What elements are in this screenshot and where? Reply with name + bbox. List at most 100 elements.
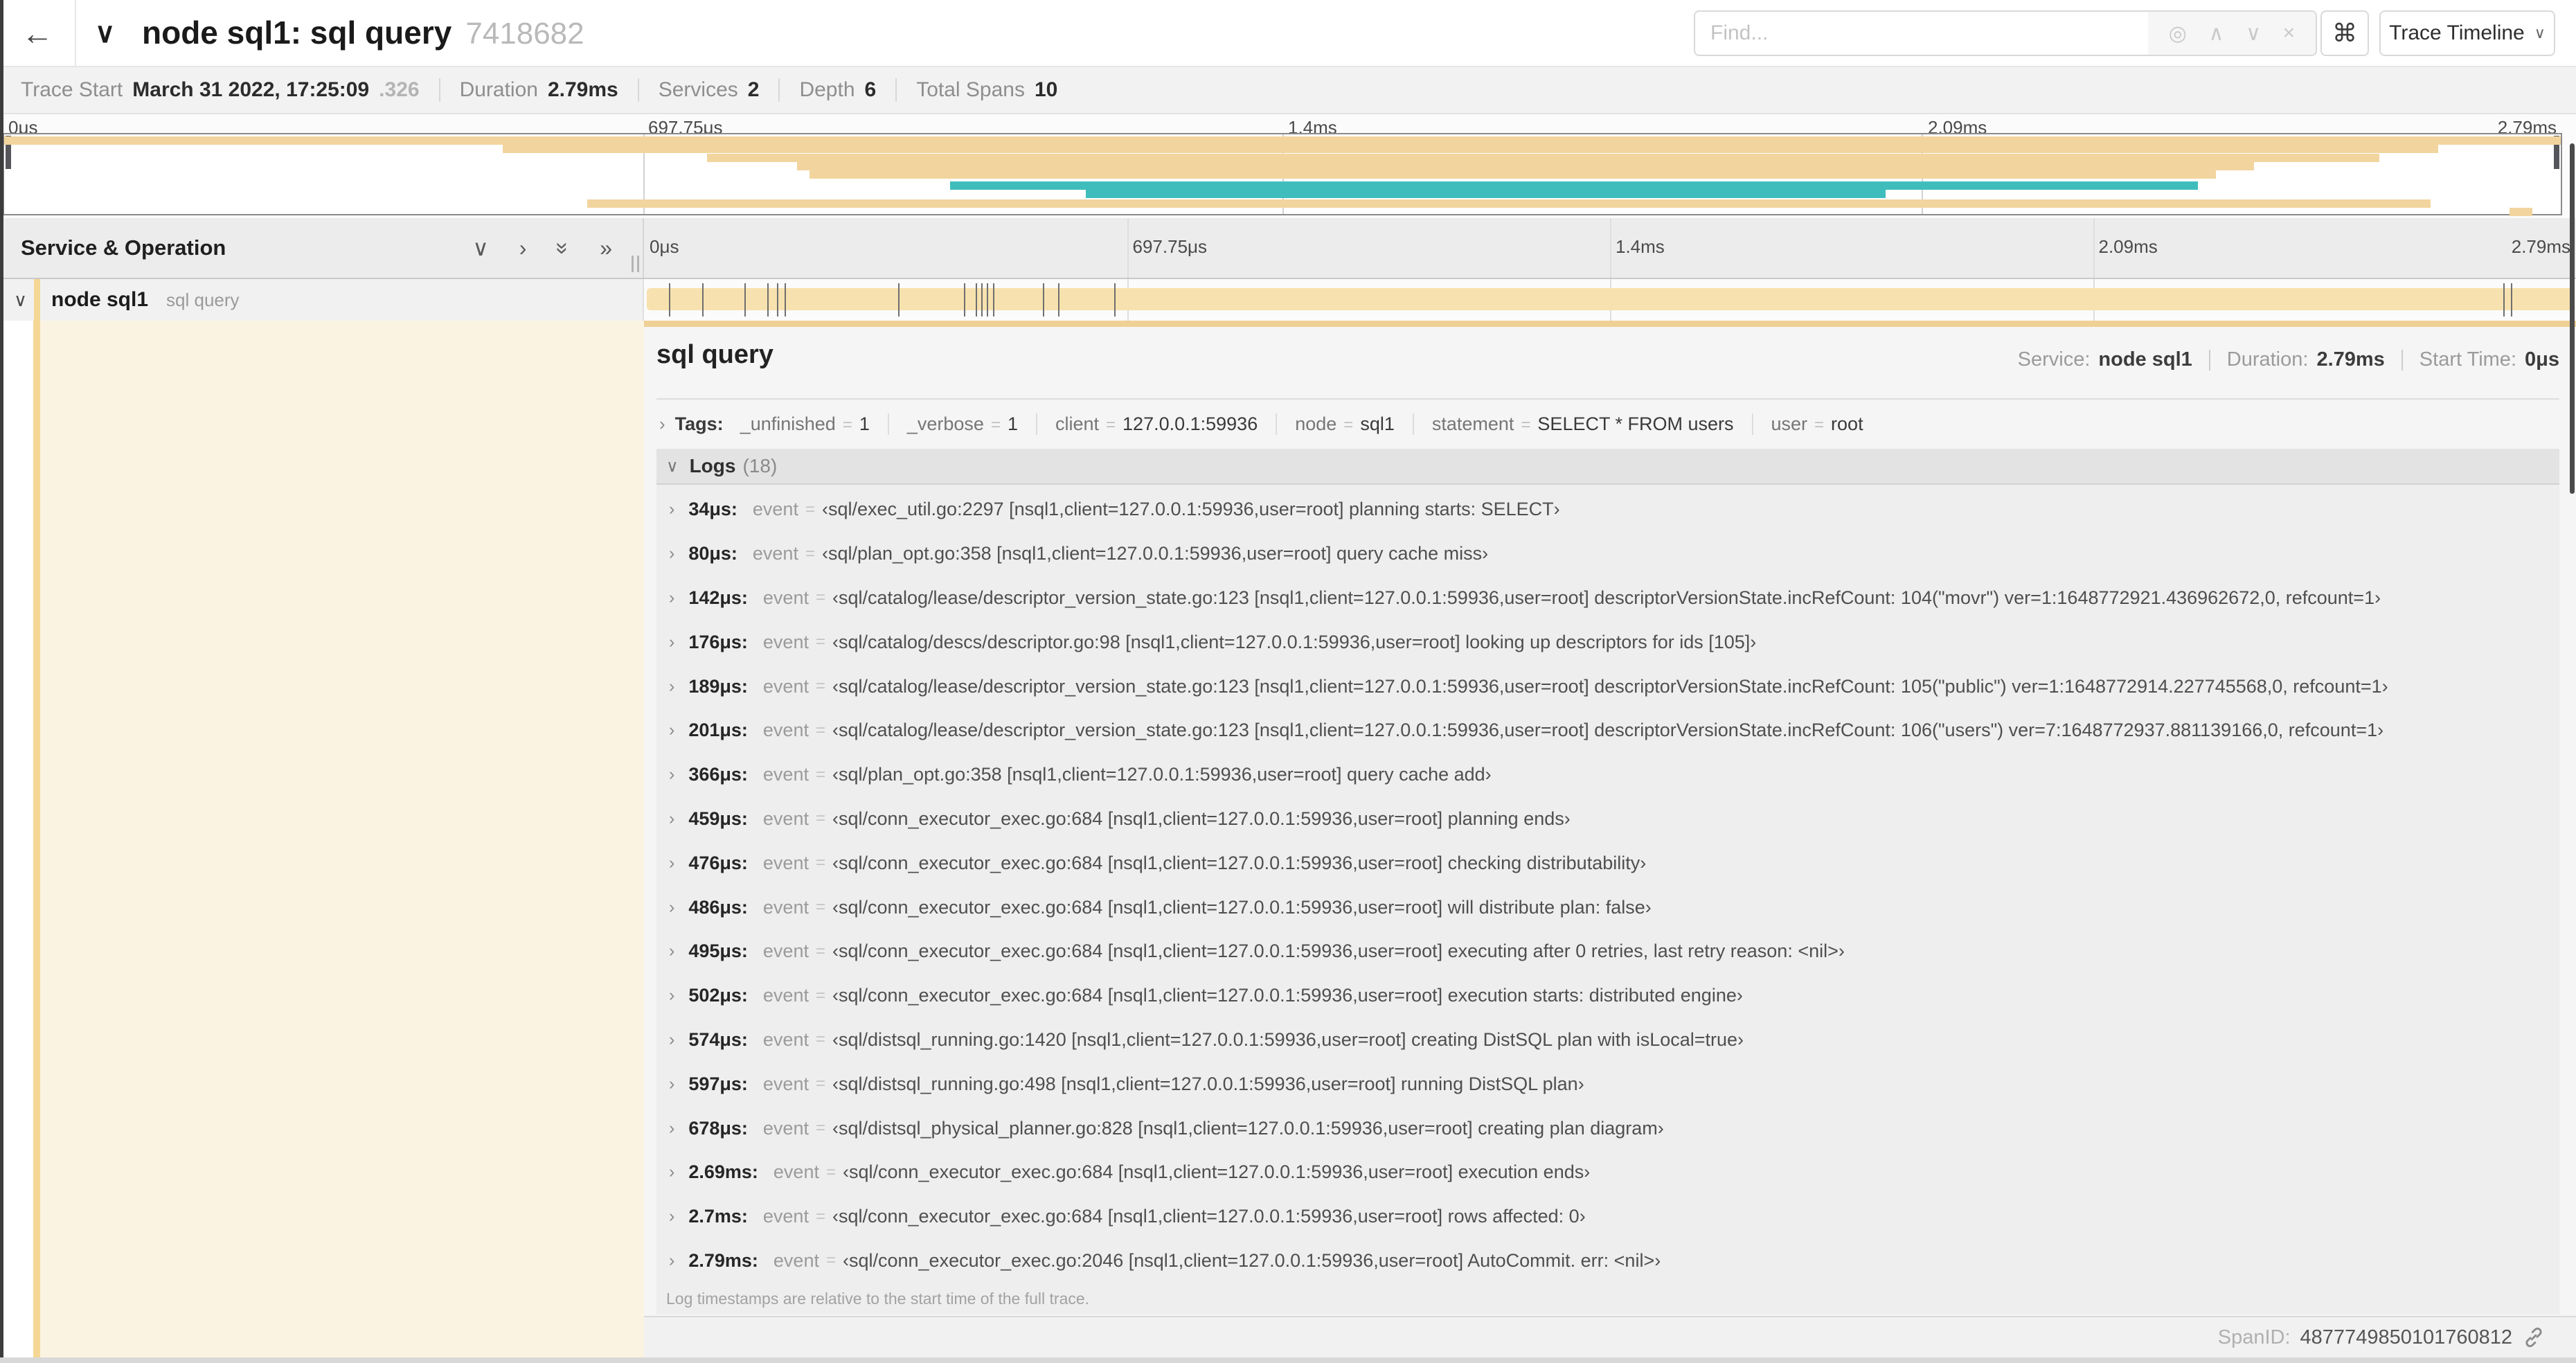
collapse-deep-icon[interactable]: » bbox=[551, 242, 576, 254]
log-field-value: ‹sql/conn_executor_exec.go:684 [nsql1,cl… bbox=[832, 808, 1571, 829]
log-row[interactable]: › 2.79ms: event = ‹sql/conn_executor_exec.go… bbox=[656, 1239, 2559, 1283]
log-row[interactable]: › 2.7ms: event = ‹sql/conn_executor_exec.go:… bbox=[656, 1195, 2559, 1239]
log-row[interactable]: › 459μs: event = ‹sql/conn_executor_exec.go:… bbox=[656, 797, 2559, 841]
tags-items: _unfinished = 1 _verbose = 1 client = 127.0.0.1:… bbox=[731, 413, 1881, 435]
log-timestamp: 201μs: bbox=[688, 720, 748, 741]
trace-collapse-icon[interactable]: ∨ bbox=[95, 0, 115, 66]
log-timestamp: 495μs: bbox=[688, 941, 748, 962]
log-row[interactable]: › 189μs: event = ‹sql/catalog/lease/descript… bbox=[656, 664, 2559, 709]
span-row-timeline[interactable] bbox=[644, 279, 2576, 321]
span-row[interactable]: ∨ node sql1 sql query bbox=[0, 279, 2576, 321]
chevron-right-icon: › bbox=[669, 587, 675, 607]
log-marker-tick bbox=[975, 283, 977, 317]
spanid-value: 4877749850101760812 bbox=[2300, 1326, 2512, 1348]
clear-icon[interactable]: × bbox=[2283, 21, 2296, 45]
locate-icon[interactable]: ◎ bbox=[2169, 21, 2187, 46]
log-row[interactable]: › 486μs: event = ‹sql/conn_executor_exec.go:… bbox=[656, 885, 2559, 929]
log-row[interactable]: › 34μs: event = ‹sql/exec_util.go:2297 [nsql… bbox=[656, 488, 2559, 532]
span-duration-bar[interactable] bbox=[647, 283, 2573, 317]
tag-value: 1 bbox=[859, 413, 870, 434]
log-field-key: event bbox=[762, 587, 809, 608]
log-field-value: ‹sql/catalog/lease/descriptor_version_st… bbox=[832, 587, 2381, 608]
vertical-scrollbar[interactable] bbox=[2570, 143, 2575, 494]
logs-header[interactable]: ∨ Logs (18) bbox=[656, 449, 2559, 485]
info-value: March 31 2022, 17:25:09 bbox=[132, 78, 370, 101]
log-row[interactable]: › 574μs: event = ‹sql/distsql_running.go:142… bbox=[656, 1018, 2559, 1062]
log-row[interactable]: › 2.69ms: event = ‹sql/conn_executor_exec.go… bbox=[656, 1150, 2559, 1195]
minimap-canvas[interactable] bbox=[3, 133, 2562, 217]
tag-item[interactable]: node = sql1 bbox=[1276, 413, 1413, 435]
equals-sign: = bbox=[815, 765, 825, 784]
meta-label: Start Time: bbox=[2419, 348, 2516, 371]
log-row[interactable]: › 495μs: event = ‹sql/conn_executor_exec.go:… bbox=[656, 929, 2559, 974]
prev-match-icon[interactable]: ∧ bbox=[2209, 21, 2224, 46]
column-resizer-grip[interactable] bbox=[632, 256, 639, 272]
detail-row-highlight bbox=[40, 321, 644, 1357]
span-meta-item: Duration: 2.79ms bbox=[2227, 348, 2385, 371]
log-timestamp: 176μs: bbox=[688, 631, 748, 652]
collapse-expand-controls: ∨ › » » bbox=[472, 218, 612, 278]
logs-count: (18) bbox=[742, 455, 778, 476]
span-accent-strip bbox=[644, 321, 2576, 327]
log-row[interactable]: › 476μs: event = ‹sql/conn_executor_exec.go:… bbox=[656, 841, 2559, 885]
log-field-value: ‹sql/conn_executor_exec.go:684 [nsql1,cl… bbox=[832, 1206, 1586, 1227]
log-row[interactable]: › 176μs: event = ‹sql/catalog/descs/descript… bbox=[656, 620, 2559, 664]
log-timestamp: 574μs: bbox=[688, 1028, 748, 1050]
meta-value: node sql1 bbox=[2098, 348, 2192, 371]
find-input[interactable] bbox=[1695, 12, 2148, 55]
logs-note: Log timestamps are relative to the start… bbox=[666, 1290, 1090, 1308]
log-timestamp: 34μs: bbox=[688, 499, 737, 520]
collapse-all-icon[interactable]: ∨ bbox=[472, 235, 488, 261]
equals-sign: = bbox=[805, 544, 815, 563]
chevron-right-icon: › bbox=[669, 897, 675, 917]
equals-sign: = bbox=[815, 1206, 825, 1226]
tag-key: _unfinished bbox=[740, 413, 836, 434]
view-selector-button[interactable]: Trace Timeline ∨ bbox=[2379, 10, 2555, 56]
left-edge-strip bbox=[0, 0, 3, 1357]
chevron-right-icon: › bbox=[669, 765, 675, 785]
log-row[interactable]: › 366μs: event = ‹sql/plan_opt.go:358 [nsql1… bbox=[656, 753, 2559, 797]
log-field-key: event bbox=[762, 675, 809, 697]
equals-sign: = bbox=[825, 1162, 836, 1182]
chevron-right-icon: › bbox=[669, 676, 675, 696]
span-collapse-icon[interactable]: ∨ bbox=[14, 279, 27, 321]
trace-minimap: 0μs 697.75μs 1.4ms 2.09ms 2.79ms bbox=[0, 114, 2576, 218]
log-row[interactable]: › 80μs: event = ‹sql/plan_opt.go:358 [nsql1,… bbox=[656, 532, 2559, 576]
back-button[interactable]: ← bbox=[0, 0, 76, 66]
log-row[interactable]: › 597μs: event = ‹sql/distsql_running.go:498… bbox=[656, 1062, 2559, 1106]
log-row[interactable]: › 142μs: event = ‹sql/catalog/lease/descript… bbox=[656, 576, 2559, 621]
expand-all-icon[interactable]: » bbox=[600, 235, 612, 261]
link-icon[interactable] bbox=[2522, 1326, 2546, 1349]
tag-item[interactable]: user = root bbox=[1751, 413, 1881, 435]
log-row[interactable]: › 678μs: event = ‹sql/distsql_physical_plann… bbox=[656, 1106, 2559, 1150]
log-timestamp: 502μs: bbox=[688, 985, 748, 1006]
log-row[interactable]: › 502μs: event = ‹sql/conn_executor_exec.go:… bbox=[656, 974, 2559, 1018]
detail-span-color-bar bbox=[33, 321, 40, 1357]
tag-value: root bbox=[1831, 413, 1863, 434]
log-timestamp: 80μs: bbox=[688, 543, 737, 564]
next-match-icon[interactable]: ∨ bbox=[2246, 21, 2261, 46]
log-marker-tick bbox=[2510, 283, 2512, 317]
log-marker-tick bbox=[767, 283, 769, 317]
tag-item[interactable]: statement = SELECT * FROM users bbox=[1412, 413, 1752, 435]
log-timestamp: 189μs: bbox=[688, 675, 748, 697]
chevron-right-icon[interactable]: › bbox=[659, 413, 665, 435]
chevron-right-icon: › bbox=[669, 632, 675, 652]
trace-info-item: Duration 2.79ms bbox=[460, 78, 618, 102]
tag-item[interactable]: _verbose = 1 bbox=[887, 413, 1036, 435]
chevron-down-icon: ∨ bbox=[2534, 24, 2546, 42]
ruler-tick-label: 2.09ms bbox=[2098, 236, 2158, 257]
expand-one-icon[interactable]: › bbox=[519, 235, 527, 261]
log-field-value: ‹sql/exec_util.go:2297 [nsql1,client=127… bbox=[821, 499, 1560, 520]
tag-item[interactable]: _unfinished = 1 bbox=[731, 413, 888, 435]
tag-item[interactable]: client = 127.0.0.1:59936 bbox=[1035, 413, 1276, 435]
log-field-value: ‹sql/conn_executor_exec.go:684 [nsql1,cl… bbox=[832, 985, 1743, 1006]
span-row-name-column[interactable]: ∨ node sql1 sql query bbox=[0, 279, 644, 321]
span-service-name: node sql1 bbox=[51, 288, 149, 311]
log-field-key: event bbox=[762, 808, 809, 829]
log-row[interactable]: › 201μs: event = ‹sql/catalog/lease/descript… bbox=[656, 709, 2559, 753]
log-marker-tick bbox=[669, 283, 671, 317]
keyboard-shortcuts-button[interactable]: ⌘ bbox=[2320, 10, 2369, 56]
divider bbox=[778, 78, 780, 102]
tags-row[interactable]: › Tags: _unfinished = 1 _verbose = 1 client = 12… bbox=[656, 408, 2559, 440]
